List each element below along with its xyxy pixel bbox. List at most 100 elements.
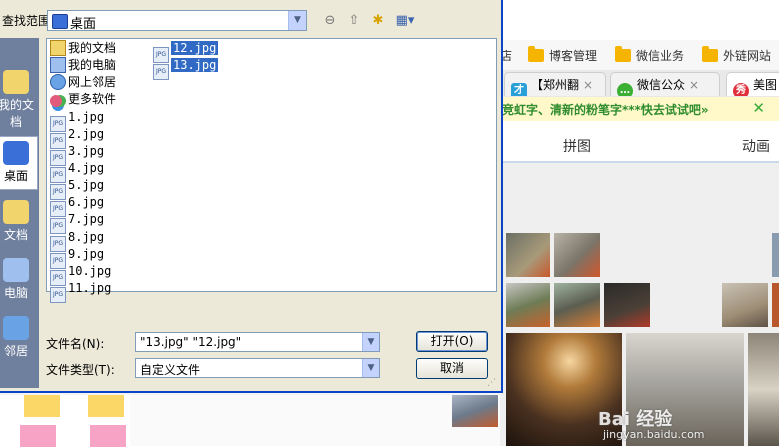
list-item[interactable]: 我的电脑 xyxy=(50,57,116,73)
place-my-documents[interactable]: 我的文档 xyxy=(0,66,38,129)
file-open-dialog: 查找范围(I): 桌面 ▼ ⊖ ⇧ ✱ ▦▾ 我的文档 桌面 文档 电脑 邻居 … xyxy=(0,0,503,393)
lookin-value: 桌面 xyxy=(70,17,97,32)
folder-icon xyxy=(702,46,718,62)
tab-zhengzhou[interactable]: 才【郑州翻 × xyxy=(504,72,606,96)
up-folder-icon[interactable]: ⇧ xyxy=(344,11,364,31)
places-bar: 我的文档 桌面 文档 电脑 邻居 xyxy=(0,38,39,388)
list-item[interactable]: JPG 6.jpg xyxy=(50,194,104,217)
docs-icon xyxy=(50,40,66,56)
desktop-icon xyxy=(3,141,29,165)
tab-label: 【郑州翻 xyxy=(531,78,580,92)
list-item-selected[interactable]: JPG 13.jpg xyxy=(153,57,219,80)
filetype-select[interactable]: 自定义文件 ▼ xyxy=(135,358,380,378)
tab-meitu[interactable]: 秀美图 xyxy=(726,72,779,96)
bookmark-folder-wechat[interactable]: 微信业务 xyxy=(615,46,684,66)
resize-grip-icon[interactable]: ⋰ xyxy=(487,378,497,388)
place-label: 电脑 xyxy=(3,286,28,300)
filename-input[interactable]: "13.jpg" "12.jpg" ▼ xyxy=(135,332,380,352)
close-icon[interactable]: ✕ xyxy=(752,99,765,117)
place-documents[interactable]: 文档 xyxy=(0,196,38,250)
network-icon xyxy=(3,316,29,340)
browser-tab-strip: 才【郑州翻 × … 微信公众 × 秀美图 xyxy=(500,70,779,98)
list-item[interactable]: JPG 4.jpg xyxy=(50,160,104,183)
filename-label: 文件名(N): xyxy=(46,337,105,351)
template-tile[interactable] xyxy=(90,425,126,447)
list-item[interactable]: JPG 7.jpg xyxy=(50,211,104,234)
jpg-file-icon: JPG xyxy=(153,64,169,80)
list-item[interactable]: JPG 2.jpg xyxy=(50,126,104,149)
list-item[interactable]: JPG 3.jpg xyxy=(50,143,104,166)
back-icon[interactable]: ⊖ xyxy=(320,11,340,31)
jpg-file-icon: JPG xyxy=(50,287,66,303)
list-item[interactable]: 网上邻居 xyxy=(50,74,116,90)
bookmark-label: 外链网站 xyxy=(723,49,772,63)
browser-address-bar xyxy=(500,0,779,41)
photo-thumbnail[interactable] xyxy=(772,283,779,327)
list-item[interactable]: JPG 5.jpg xyxy=(50,177,104,200)
banner-text[interactable]: 竞虹字、清新的粉笔字***快去试试吧» xyxy=(502,101,709,118)
lookin-dropdown[interactable]: 桌面 ▼ xyxy=(47,10,307,32)
list-item[interactable]: JPG 9.jpg xyxy=(50,246,104,269)
list-item[interactable]: JPG 11.jpg xyxy=(50,280,111,303)
list-item[interactable]: 我的文档 xyxy=(50,40,116,56)
bookmark-folder-links[interactable]: 外链网站 xyxy=(702,46,771,66)
chevron-down-icon[interactable]: ▼ xyxy=(288,11,306,30)
place-desktop[interactable]: 桌面 xyxy=(0,136,38,190)
list-item[interactable]: JPG 10.jpg xyxy=(50,263,111,286)
template-tile[interactable] xyxy=(24,395,60,417)
promo-banner: 竞虹字、清新的粉笔字***快去试试吧» ✕ xyxy=(500,97,779,122)
photo-thumbnail[interactable] xyxy=(772,233,779,277)
documents-icon xyxy=(3,200,29,224)
template-strip xyxy=(0,395,130,447)
editor-nav: 拼图 动画 xyxy=(500,121,779,163)
view-menu-icon[interactable]: ▦▾ xyxy=(392,11,418,31)
photo-thumbnail[interactable] xyxy=(506,233,550,277)
list-item-selected[interactable]: JPG 12.jpg xyxy=(153,40,219,63)
template-tile[interactable] xyxy=(88,395,124,417)
filename-value: "13.jpg" "12.jpg" xyxy=(140,335,242,349)
bookmark-label: 博客管理 xyxy=(549,49,598,63)
tab-wechat[interactable]: … 微信公众 × xyxy=(610,72,720,96)
canvas-area xyxy=(130,395,500,446)
list-item[interactable]: JPG 1.jpg xyxy=(50,109,104,132)
photo-thumbnail[interactable] xyxy=(554,283,600,327)
nav-item-collage[interactable]: 拼图 xyxy=(563,136,591,156)
file-list: 我的文档 我的电脑 网上邻居 更多软件 JPG 1.jpg JPG 2.jpg JP… xyxy=(46,38,497,303)
place-my-computer[interactable]: 电脑 xyxy=(0,254,38,308)
tab-label: 微信公众 xyxy=(637,78,686,92)
photo-large[interactable] xyxy=(748,333,779,446)
tab-label: 美图 xyxy=(753,78,778,92)
template-tile[interactable] xyxy=(20,425,56,447)
photo-thumbnail[interactable] xyxy=(452,395,498,427)
place-label: 桌面 xyxy=(3,169,28,183)
bookmark-label: 微信业务 xyxy=(636,49,685,63)
desktop-icon xyxy=(52,14,68,29)
close-icon[interactable]: × xyxy=(583,78,593,92)
meitu-icon: 秀 xyxy=(733,83,749,96)
place-network[interactable]: 邻居 xyxy=(0,312,38,366)
open-button[interactable]: 打开(O) xyxy=(416,331,488,352)
photo-thumbnail[interactable] xyxy=(604,283,650,327)
new-folder-icon[interactable]: ✱ xyxy=(368,11,388,31)
chevron-down-icon[interactable]: ▼ xyxy=(362,333,379,351)
my-computer-icon xyxy=(3,258,29,282)
network-icon xyxy=(50,74,66,90)
chevron-down-icon[interactable]: ▼ xyxy=(362,359,379,377)
documents-icon xyxy=(3,70,29,94)
photo-thumbnail[interactable] xyxy=(722,283,768,327)
page-icon: 才 xyxy=(511,83,527,96)
place-label: 我的文档 xyxy=(0,98,34,129)
filetype-label: 文件类型(T): xyxy=(46,363,115,377)
list-item[interactable]: 更多软件 xyxy=(50,91,116,107)
more-software-icon xyxy=(50,95,62,107)
folder-icon xyxy=(615,46,631,62)
close-icon[interactable]: × xyxy=(689,78,699,92)
list-item[interactable]: JPG 8.jpg xyxy=(50,229,104,252)
wechat-icon: … xyxy=(617,83,633,96)
photo-thumbnail[interactable] xyxy=(554,233,600,277)
place-label: 邻居 xyxy=(3,344,28,358)
photo-thumbnail[interactable] xyxy=(506,283,550,327)
bookmark-folder-blog[interactable]: 博客管理 xyxy=(528,46,597,66)
nav-item-animation[interactable]: 动画 xyxy=(742,136,770,156)
cancel-button[interactable]: 取消 xyxy=(416,358,488,379)
